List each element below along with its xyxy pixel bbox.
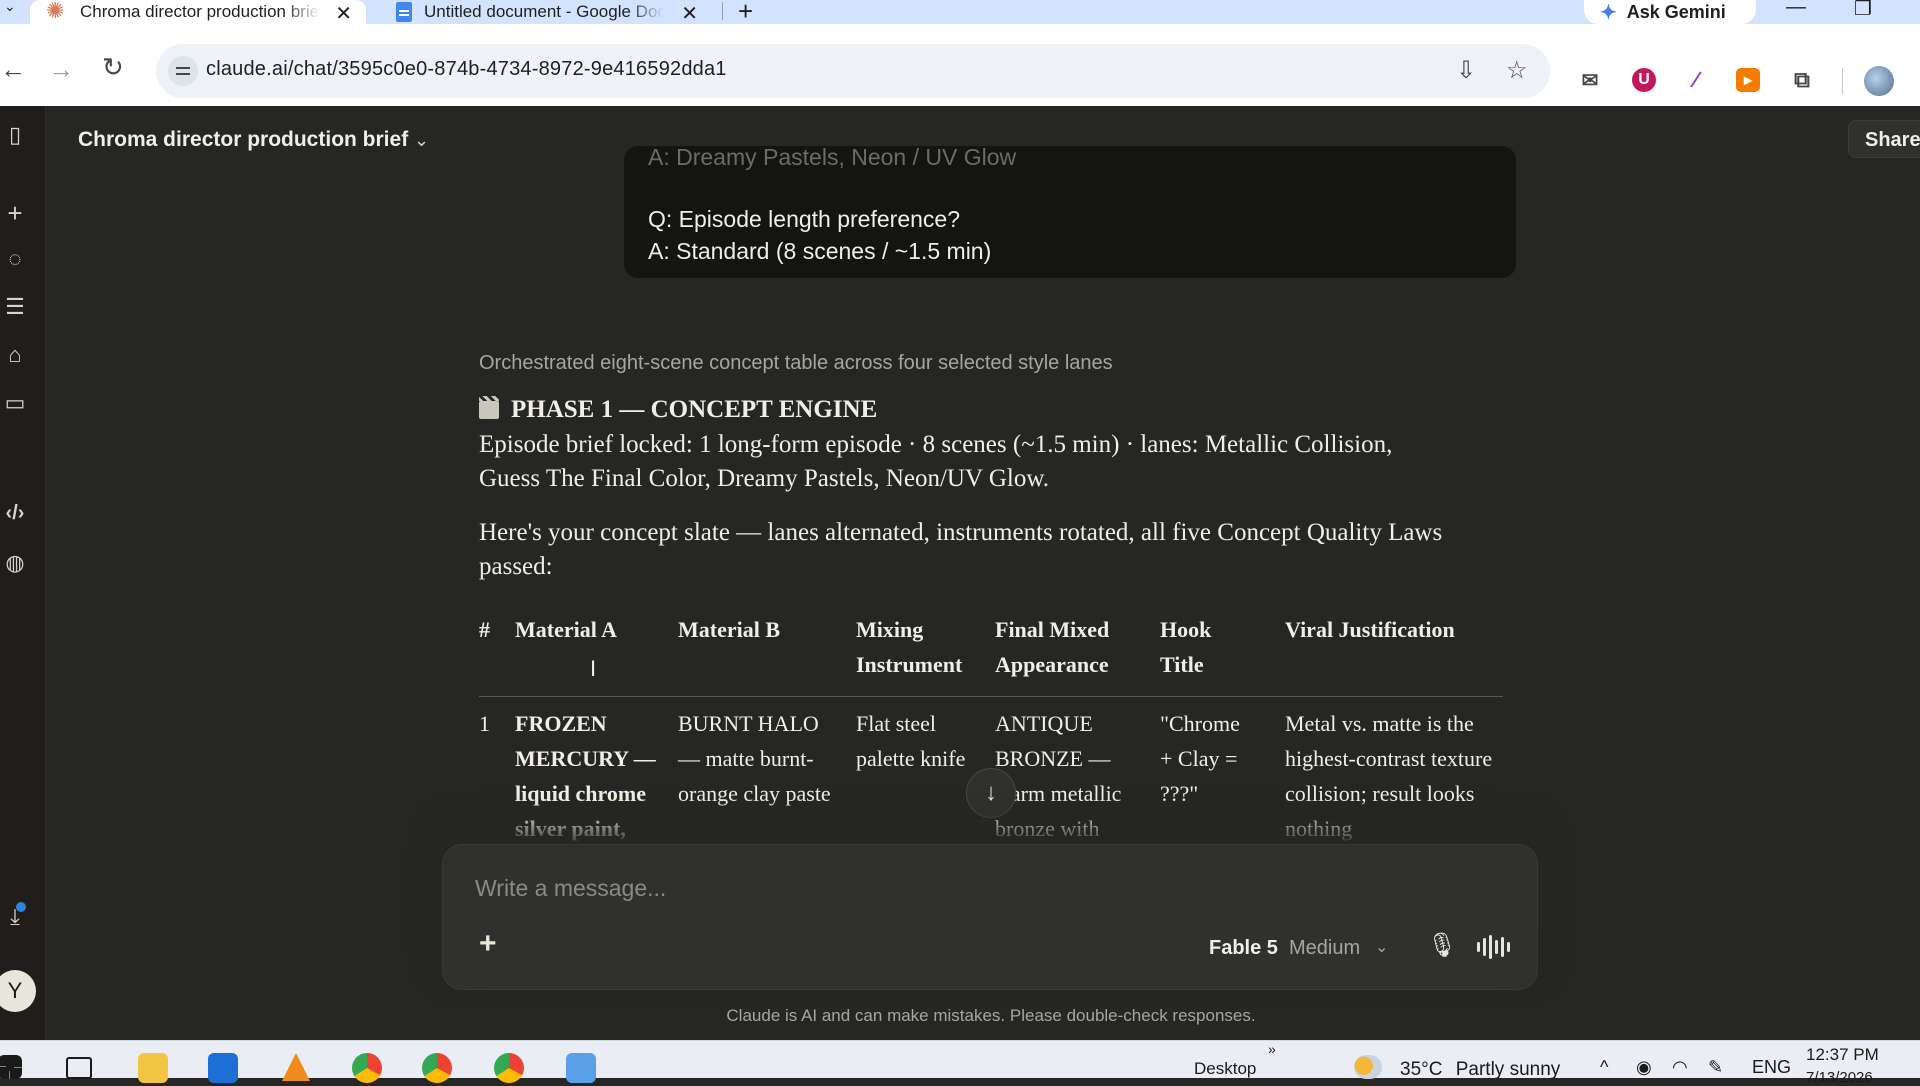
- ask-gemini-label: Ask Gemini: [1626, 1, 1726, 22]
- wifi-icon[interactable]: ◠: [1672, 1057, 1688, 1078]
- start-windows-icon[interactable]: [0, 1055, 22, 1079]
- chevron-right-icon[interactable]: »: [1268, 1041, 1276, 1057]
- table-row: 1 FROZEN MERCURY — liquid chrome silver …: [0, 106, 1920, 842]
- voice-mode-icon[interactable]: [1477, 935, 1510, 959]
- table-cell-material-a: FROZEN MERCURY — liquid chrome silver pa…: [515, 711, 656, 841]
- google-docs-icon: [396, 2, 412, 22]
- weather-condition: Partly sunny: [1455, 1059, 1561, 1080]
- tab-divider: [722, 2, 723, 20]
- new-tab-button[interactable]: +: [738, 0, 753, 27]
- pen-icon[interactable]: ✎: [1708, 1057, 1723, 1078]
- shield-extension-icon[interactable]: U: [1632, 68, 1656, 92]
- outlook-icon[interactable]: [208, 1053, 238, 1083]
- chevron-down-icon[interactable]: ⌄: [1375, 937, 1388, 957]
- tab-search-chevron-icon[interactable]: ⌄: [4, 0, 16, 15]
- arrow-down-icon: ↓: [985, 779, 997, 806]
- close-icon[interactable]: ✕: [335, 1, 352, 26]
- message-input[interactable]: Write a message...: [475, 875, 666, 902]
- chrome-icon[interactable]: [352, 1053, 382, 1083]
- message-composer: Write a message... + Fable 5 Medium ⌄ 🎙: [442, 844, 1538, 990]
- tab-google-docs[interactable]: Untitled document - Google Docs ✕: [382, 0, 712, 26]
- task-view-icon[interactable]: [66, 1057, 92, 1079]
- tab-title: Chroma director production brief: [80, 2, 320, 21]
- browser-tabstrip: ⌄ ✺ Chroma director production brief ✕ U…: [0, 0, 1920, 27]
- puzzle-extensions-icon[interactable]: ⧉: [1790, 67, 1814, 92]
- chevron-up-icon[interactable]: ^: [1600, 1057, 1608, 1078]
- url-text[interactable]: claude.ai/chat/3595c0e0-874b-4734-8972-9…: [206, 58, 727, 81]
- snipping-tool-icon[interactable]: [566, 1053, 596, 1083]
- vlc-cone-icon[interactable]: [282, 1053, 310, 1081]
- table-cell-hook-title: "Chrome + Clay = ???": [1160, 711, 1240, 806]
- restore-button[interactable]: ❐: [1854, 0, 1872, 21]
- reload-icon[interactable]: ↻: [102, 54, 124, 80]
- file-explorer-icon[interactable]: [138, 1053, 168, 1083]
- close-icon[interactable]: ✕: [681, 1, 698, 26]
- tab-chroma-director[interactable]: ✺ Chroma director production brief ✕: [30, 0, 366, 26]
- tab-title: Untitled document - Google Docs: [424, 2, 664, 21]
- minimize-button[interactable]: —: [1786, 0, 1806, 19]
- play-extension-icon[interactable]: ▸: [1736, 68, 1760, 92]
- partly-sunny-icon[interactable]: [1354, 1055, 1382, 1079]
- language-indicator[interactable]: ENG: [1752, 1057, 1791, 1078]
- browser-toolbar: ← → ↻ claude.ai/chat/3595c0e0-874b-4734-…: [0, 24, 1920, 106]
- mail-extension-icon[interactable]: ✉: [1578, 68, 1602, 92]
- table-cell-final-appearance: ANTIQUE BRONZE — warm metallic bronze wi…: [995, 711, 1122, 841]
- windows-taskbar: Desktop » 35°C Partly sunny ^ ◉ ◠ ✎ ENG …: [0, 1040, 1920, 1086]
- temperature: 35°C: [1400, 1059, 1443, 1080]
- address-bar[interactable]: claude.ai/chat/3595c0e0-874b-4734-8972-9…: [156, 44, 1550, 98]
- claude-app: ▯ + ◌ ☰ ⌂ ▭ ‹/› ◍ ⤓ Y Chroma director pr…: [0, 106, 1920, 1040]
- table-cell-material-b: BURNT HALO — matte burnt-orange clay pas…: [678, 711, 831, 806]
- clock-time[interactable]: 12:37 PM: [1806, 1045, 1879, 1065]
- microphone-icon[interactable]: 🎙: [1427, 931, 1457, 960]
- forward-arrow-icon[interactable]: →: [48, 56, 74, 82]
- table-cell-viral-justification: Metal vs. matte is the highest-contrast …: [1285, 711, 1493, 841]
- back-arrow-icon[interactable]: ←: [0, 56, 26, 82]
- profile-avatar[interactable]: [1864, 66, 1894, 96]
- pen-extension-icon[interactable]: ∕: [1684, 67, 1708, 92]
- recording-icon[interactable]: ◉: [1636, 1057, 1652, 1078]
- desktop-toolbar-label[interactable]: Desktop: [1194, 1059, 1256, 1079]
- ask-gemini-button[interactable]: ✦ Ask Gemini: [1584, 0, 1756, 24]
- scroll-to-bottom-button[interactable]: ↓: [966, 768, 1016, 818]
- chrome-icon[interactable]: [422, 1053, 452, 1083]
- notification-dot: [16, 902, 26, 912]
- add-attachment-plus-icon[interactable]: +: [479, 927, 497, 961]
- model-selector[interactable]: Fable 5: [1209, 937, 1278, 960]
- table-cell-mixing-instrument: Flat steel palette knife: [856, 711, 966, 771]
- disclaimer-text: Claude is AI and can make mistakes. Plea…: [726, 1006, 1256, 1025]
- effort-selector[interactable]: Medium: [1289, 937, 1360, 960]
- claude-starburst-icon: ✺: [46, 0, 65, 23]
- toolbar-divider: [1842, 68, 1843, 94]
- gemini-spark-icon: ✦: [1600, 1, 1617, 24]
- bookmark-star-icon[interactable]: ☆: [1506, 56, 1528, 85]
- install-app-icon[interactable]: ⇩: [1456, 56, 1476, 85]
- text-cursor-icon: I: [590, 656, 597, 681]
- site-settings-icon[interactable]: [168, 56, 198, 86]
- table-cell-number: 1: [479, 711, 490, 736]
- chrome-icon[interactable]: [494, 1053, 524, 1083]
